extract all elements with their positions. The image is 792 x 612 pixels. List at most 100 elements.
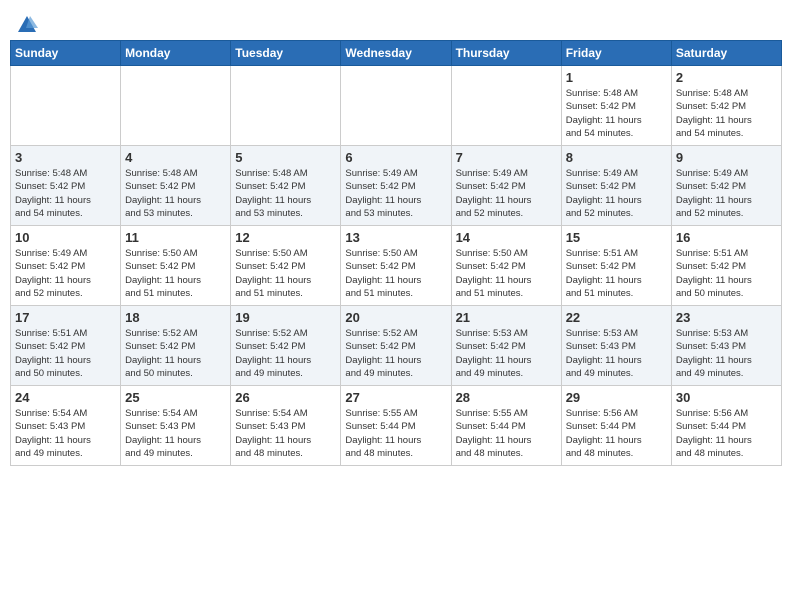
day-number: 8 <box>566 150 667 165</box>
day-number: 17 <box>15 310 116 325</box>
day-number: 14 <box>456 230 557 245</box>
calendar-cell: 8 Sunrise: 5:49 AMSunset: 5:42 PMDaylight… <box>561 146 671 226</box>
calendar-cell: 5Sunrise: 5:48 AMSunset: 5:42 PMDaylight… <box>231 146 341 226</box>
calendar-cell: 26Sunrise: 5:54 AMSunset: 5:43 PMDayligh… <box>231 386 341 466</box>
day-info: Sunrise: 5:54 AMSunset: 5:43 PMDaylight:… <box>125 407 226 460</box>
day-number: 24 <box>15 390 116 405</box>
calendar-cell: 9 Sunrise: 5:49 AMSunset: 5:42 PMDaylight… <box>671 146 781 226</box>
header-day-tuesday: Tuesday <box>231 41 341 66</box>
calendar-cell: 13 Sunrise: 5:50 AMSunset: 5:42 PMDayligh… <box>341 226 451 306</box>
day-number: 19 <box>235 310 336 325</box>
day-info: Sunrise: 5:49 AMSunset: 5:42 PMDaylight:… <box>566 167 667 220</box>
day-info: Sunrise: 5:52 AMSunset: 5:42 PMDaylight:… <box>125 327 226 380</box>
calendar-cell: 18 Sunrise: 5:52 AMSunset: 5:42 PMDayligh… <box>121 306 231 386</box>
day-info: Sunrise: 5:54 AMSunset: 5:43 PMDaylight:… <box>15 407 116 460</box>
day-number: 25 <box>125 390 226 405</box>
day-info: Sunrise: 5:48 AMSunset: 5:42 PMDaylight:… <box>15 167 116 220</box>
header-day-saturday: Saturday <box>671 41 781 66</box>
calendar-cell: 22 Sunrise: 5:53 AMSunset: 5:43 PMDayligh… <box>561 306 671 386</box>
calendar-cell: 21 Sunrise: 5:53 AMSunset: 5:42 PMDayligh… <box>451 306 561 386</box>
day-number: 21 <box>456 310 557 325</box>
page-header <box>10 10 782 32</box>
day-number: 30 <box>676 390 777 405</box>
day-number: 20 <box>345 310 446 325</box>
day-number: 28 <box>456 390 557 405</box>
logo <box>14 14 38 32</box>
calendar-cell <box>11 66 121 146</box>
day-info: Sunrise: 5:48 AMSunset: 5:42 PMDaylight:… <box>125 167 226 220</box>
day-number: 22 <box>566 310 667 325</box>
day-info: Sunrise: 5:56 AMSunset: 5:44 PMDaylight:… <box>676 407 777 460</box>
day-info: Sunrise: 5:49 AMSunset: 5:42 PMDaylight:… <box>456 167 557 220</box>
day-info: Sunrise: 5:55 AMSunset: 5:44 PMDaylight:… <box>456 407 557 460</box>
day-info: Sunrise: 5:51 AMSunset: 5:42 PMDaylight:… <box>15 327 116 380</box>
day-info: Sunrise: 5:53 AMSunset: 5:42 PMDaylight:… <box>456 327 557 380</box>
day-number: 23 <box>676 310 777 325</box>
header-day-thursday: Thursday <box>451 41 561 66</box>
calendar-cell: 28 Sunrise: 5:55 AMSunset: 5:44 PMDayligh… <box>451 386 561 466</box>
day-info: Sunrise: 5:49 AMSunset: 5:42 PMDaylight:… <box>15 247 116 300</box>
day-number: 9 <box>676 150 777 165</box>
day-info: Sunrise: 5:51 AMSunset: 5:42 PMDaylight:… <box>676 247 777 300</box>
calendar-cell: 27Sunrise: 5:55 AMSunset: 5:44 PMDayligh… <box>341 386 451 466</box>
day-info: Sunrise: 5:49 AMSunset: 5:42 PMDaylight:… <box>676 167 777 220</box>
calendar-cell: 7 Sunrise: 5:49 AMSunset: 5:42 PMDaylight… <box>451 146 561 226</box>
calendar-cell: 24 Sunrise: 5:54 AMSunset: 5:43 PMDayligh… <box>11 386 121 466</box>
calendar-cell: 14 Sunrise: 5:50 AMSunset: 5:42 PMDayligh… <box>451 226 561 306</box>
week-row-3: 10 Sunrise: 5:49 AMSunset: 5:42 PMDayligh… <box>11 226 782 306</box>
week-row-4: 17 Sunrise: 5:51 AMSunset: 5:42 PMDayligh… <box>11 306 782 386</box>
day-number: 4 <box>125 150 226 165</box>
day-info: Sunrise: 5:51 AMSunset: 5:42 PMDaylight:… <box>566 247 667 300</box>
day-info: Sunrise: 5:49 AMSunset: 5:42 PMDaylight:… <box>345 167 446 220</box>
day-info: Sunrise: 5:50 AMSunset: 5:42 PMDaylight:… <box>456 247 557 300</box>
day-number: 7 <box>456 150 557 165</box>
day-info: Sunrise: 5:50 AMSunset: 5:42 PMDaylight:… <box>345 247 446 300</box>
week-row-5: 24 Sunrise: 5:54 AMSunset: 5:43 PMDayligh… <box>11 386 782 466</box>
day-info: Sunrise: 5:52 AMSunset: 5:42 PMDaylight:… <box>345 327 446 380</box>
day-info: Sunrise: 5:52 AMSunset: 5:42 PMDaylight:… <box>235 327 336 380</box>
calendar-cell: 29 Sunrise: 5:56 AMSunset: 5:44 PMDayligh… <box>561 386 671 466</box>
calendar-cell <box>341 66 451 146</box>
calendar-cell: 19 Sunrise: 5:52 AMSunset: 5:42 PMDayligh… <box>231 306 341 386</box>
calendar-cell <box>451 66 561 146</box>
calendar-cell: 17 Sunrise: 5:51 AMSunset: 5:42 PMDayligh… <box>11 306 121 386</box>
day-info: Sunrise: 5:48 AMSunset: 5:42 PMDaylight:… <box>566 87 667 140</box>
day-info: Sunrise: 5:50 AMSunset: 5:42 PMDaylight:… <box>125 247 226 300</box>
header-day-friday: Friday <box>561 41 671 66</box>
week-row-2: 3 Sunrise: 5:48 AMSunset: 5:42 PMDaylight… <box>11 146 782 226</box>
day-info: Sunrise: 5:53 AMSunset: 5:43 PMDaylight:… <box>566 327 667 380</box>
day-info: Sunrise: 5:56 AMSunset: 5:44 PMDaylight:… <box>566 407 667 460</box>
logo-icon <box>16 14 38 36</box>
day-number: 1 <box>566 70 667 85</box>
day-number: 18 <box>125 310 226 325</box>
header-day-wednesday: Wednesday <box>341 41 451 66</box>
day-number: 2 <box>676 70 777 85</box>
calendar-cell: 30 Sunrise: 5:56 AMSunset: 5:44 PMDayligh… <box>671 386 781 466</box>
day-number: 29 <box>566 390 667 405</box>
week-row-1: 1 Sunrise: 5:48 AMSunset: 5:42 PMDaylight… <box>11 66 782 146</box>
day-number: 5 <box>235 150 336 165</box>
day-number: 16 <box>676 230 777 245</box>
calendar-cell <box>231 66 341 146</box>
calendar-cell: 20 Sunrise: 5:52 AMSunset: 5:42 PMDayligh… <box>341 306 451 386</box>
calendar-cell: 12 Sunrise: 5:50 AMSunset: 5:42 PMDayligh… <box>231 226 341 306</box>
header-row: SundayMondayTuesdayWednesdayThursdayFrid… <box>11 41 782 66</box>
calendar-table: SundayMondayTuesdayWednesdayThursdayFrid… <box>10 40 782 466</box>
day-number: 15 <box>566 230 667 245</box>
day-number: 12 <box>235 230 336 245</box>
calendar-cell: 6 Sunrise: 5:49 AMSunset: 5:42 PMDaylight… <box>341 146 451 226</box>
calendar-cell: 11 Sunrise: 5:50 AMSunset: 5:42 PMDayligh… <box>121 226 231 306</box>
day-number: 3 <box>15 150 116 165</box>
day-number: 13 <box>345 230 446 245</box>
calendar-cell: 4 Sunrise: 5:48 AMSunset: 5:42 PMDaylight… <box>121 146 231 226</box>
day-info: Sunrise: 5:54 AMSunset: 5:43 PMDaylight:… <box>235 407 336 460</box>
day-number: 6 <box>345 150 446 165</box>
day-number: 10 <box>15 230 116 245</box>
calendar-cell: 23Sunrise: 5:53 AMSunset: 5:43 PMDayligh… <box>671 306 781 386</box>
day-info: Sunrise: 5:48 AMSunset: 5:42 PMDaylight:… <box>676 87 777 140</box>
calendar-cell: 3 Sunrise: 5:48 AMSunset: 5:42 PMDaylight… <box>11 146 121 226</box>
day-number: 11 <box>125 230 226 245</box>
calendar-cell: 16 Sunrise: 5:51 AMSunset: 5:42 PMDayligh… <box>671 226 781 306</box>
calendar-cell: 10 Sunrise: 5:49 AMSunset: 5:42 PMDayligh… <box>11 226 121 306</box>
day-info: Sunrise: 5:50 AMSunset: 5:42 PMDaylight:… <box>235 247 336 300</box>
